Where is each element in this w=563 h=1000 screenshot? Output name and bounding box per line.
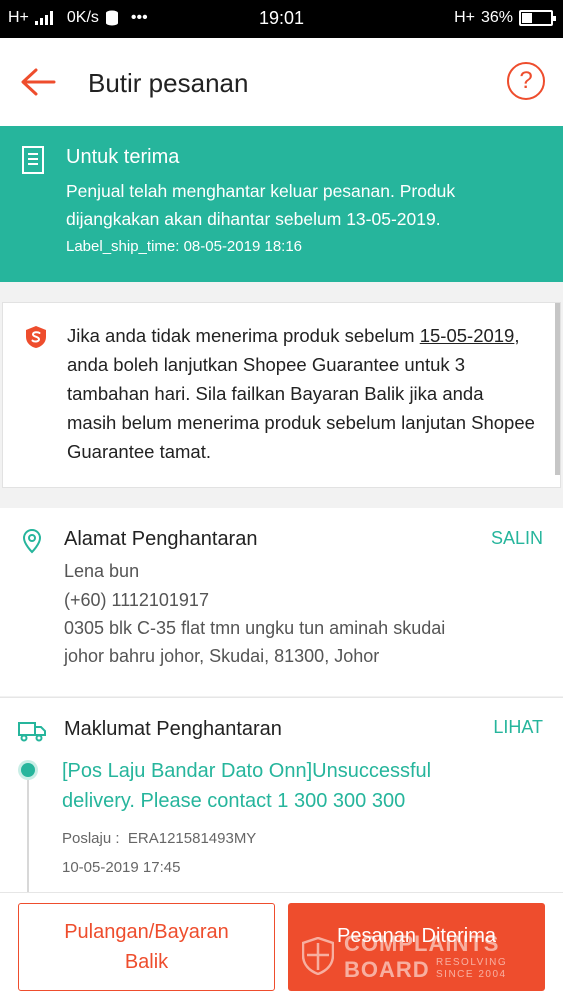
address-line-2: johor bahru johor, Skudai, 81300, Johor — [64, 646, 380, 666]
copy-address-button[interactable]: SALIN — [491, 528, 543, 549]
return-refund-label-2: Balik — [124, 951, 169, 973]
status-heading: Untuk terima — [66, 146, 180, 168]
address-line-1: 0305 blk C-35 flat tmn ungku tun aminah … — [64, 618, 446, 638]
recipient-phone: (+60) 1112101917 — [64, 590, 209, 610]
page-title: Butir pesanan — [88, 68, 249, 98]
return-refund-button[interactable]: Pulangan/Bayaran Balik — [18, 903, 275, 991]
courier-label: Poslaju : — [62, 830, 120, 847]
shopee-guarantee-card: Jika anda tidak menerima produk sebelum … — [2, 302, 561, 488]
delivery-address-section: Alamat Penghantaran SALIN Lena bun (+60)… — [0, 508, 563, 696]
delivery-truck-icon — [18, 722, 46, 742]
ship-time: Label_ship_time: 08-05-2019 18:16 — [66, 238, 303, 255]
back-arrow-icon[interactable] — [18, 62, 58, 102]
battery-percent: 36% — [480, 9, 513, 26]
tracking-info: Poslaju : ERA121581493MY — [62, 830, 256, 847]
location-pin-icon — [22, 528, 42, 554]
shopee-guarantee-shield-icon — [26, 326, 46, 348]
guarantee-text: Jika anda tidak menerima produk sebelum … — [67, 321, 535, 466]
battery-icon — [519, 10, 556, 26]
tracking-timestamp: 10-05-2019 17:45 — [62, 859, 181, 876]
bottom-action-bar: Pulangan/Bayaran Balik Pesanan Diterima … — [0, 892, 563, 1000]
address-title: Alamat Penghantaran — [64, 528, 258, 550]
guarantee-date: 15-05-2019 — [419, 325, 515, 346]
shipping-title: Maklumat Penghantaran — [64, 718, 282, 740]
app-header: Butir pesanan ? — [0, 38, 563, 126]
tracking-number: ERA121581493MY — [127, 830, 257, 847]
return-refund-label-1: Pulangan/Bayaran — [64, 921, 229, 943]
view-shipping-button[interactable]: LIHAT — [493, 717, 543, 738]
help-icon[interactable]: ? — [507, 62, 545, 100]
scrollbar[interactable] — [555, 303, 560, 475]
timeline-dot — [21, 763, 35, 777]
status-right: H+ 36% — [454, 9, 556, 27]
document-icon — [22, 146, 44, 174]
network-indicator-right: H+ — [454, 9, 475, 26]
order-received-button[interactable]: Pesanan Diterima — [288, 903, 545, 991]
status-bar: H+ 0K/s ••• 19:01 H+ 36% — [0, 0, 563, 38]
timeline-line — [27, 780, 29, 900]
guarantee-text-before: Jika anda tidak menerima produk sebelum — [67, 325, 420, 346]
shipping-info-section: Maklumat Penghantaran LIHAT [Pos Laju Ba… — [0, 697, 563, 900]
order-status-banner: Untuk terima Penjual telah menghantar ke… — [0, 126, 563, 282]
latest-tracking-status[interactable]: [Pos Laju Bandar Dato Onn]Unsuccessful d… — [62, 756, 502, 816]
recipient-name: Lena bun — [64, 561, 140, 581]
status-description: Penjual telah menghantar keluar pesanan.… — [66, 181, 456, 229]
